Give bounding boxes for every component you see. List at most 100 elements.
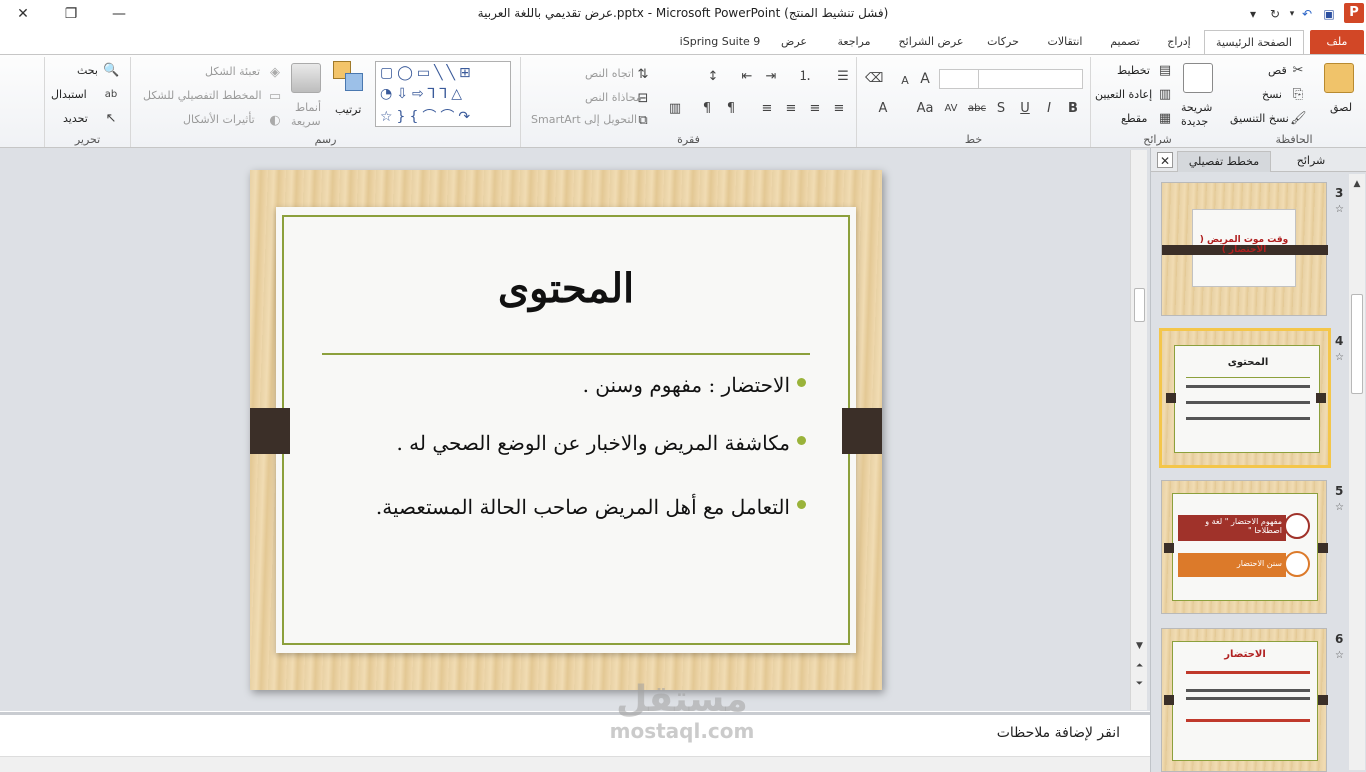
center-icon[interactable]: ≡ — [807, 101, 823, 117]
bullets-icon[interactable]: ☰ — [835, 69, 851, 85]
shapes-row-1[interactable]: ▢◯▭╲╲⊞ — [380, 65, 475, 81]
slide-thumbnail-4-selected[interactable]: المحتوى — [1159, 328, 1331, 468]
format-painter-icon[interactable]: 🖌 — [1290, 111, 1307, 127]
section-button[interactable]: مقطع — [1121, 112, 1147, 125]
minimize-window-button[interactable]: — — [106, 4, 132, 24]
tab-animations[interactable]: حركات — [980, 30, 1026, 54]
shape-outline-button[interactable]: المخطط التفصيلي للشكل — [143, 89, 262, 102]
rtl-icon[interactable]: ¶ — [723, 101, 739, 117]
arrange-button[interactable]: ترتيب — [335, 103, 361, 116]
shape-effects-icon[interactable]: ◐ — [267, 113, 283, 129]
close-window-button[interactable]: ✕ — [10, 4, 36, 24]
horizontal-scrollbar[interactable] — [0, 756, 1150, 772]
align-text-button[interactable]: محاذاة النص — [585, 91, 642, 104]
arrange-icon[interactable] — [333, 61, 365, 95]
tab-ispring[interactable]: iSpring Suite 9 — [676, 30, 764, 54]
tab-slideshow[interactable]: عرض الشرائح — [892, 30, 970, 54]
save-icon[interactable]: ▣ — [1320, 5, 1338, 23]
slide-thumbnail-6[interactable]: الاحتضار — [1161, 628, 1328, 772]
cut-icon[interactable]: ✂ — [1290, 63, 1306, 79]
copy-icon[interactable]: ⎘ — [1290, 87, 1306, 103]
font-size-box[interactable] — [939, 69, 979, 89]
scroll-up-icon[interactable]: ▲ — [1349, 176, 1365, 192]
shrink-font-button[interactable]: A — [897, 73, 913, 89]
replace-icon[interactable]: ab — [103, 87, 119, 103]
undo-icon[interactable]: ↶ — [1298, 5, 1316, 23]
shadow-button[interactable]: S — [993, 101, 1009, 117]
paste-icon[interactable] — [1324, 63, 1354, 93]
font-color-button[interactable]: A — [875, 101, 891, 117]
tab-home[interactable]: الصفحة الرئيسية — [1204, 30, 1304, 55]
text-direction-icon[interactable]: ⇅ — [635, 67, 651, 83]
tab-review[interactable]: مراجعة — [826, 30, 882, 54]
bold-button[interactable]: B — [1065, 101, 1081, 117]
line-spacing-icon[interactable]: ↕ — [705, 69, 721, 85]
scroll-down-icon[interactable]: ▼ — [1131, 638, 1148, 654]
select-icon[interactable]: ↖ — [103, 111, 119, 127]
smartart-icon[interactable]: ⧉ — [635, 113, 651, 129]
quick-styles-label-1[interactable]: أنماط — [295, 101, 321, 114]
replace-button[interactable]: استبدال — [51, 88, 87, 101]
shapes-gallery[interactable]: ▢◯▭╲╲⊞ ◔⇩⇨⅂⅂△ ☆}{⌒⌒↷ — [375, 61, 511, 127]
quick-styles-label-2[interactable]: سريعة — [291, 115, 321, 128]
next-slide-icon[interactable]: ⏷ — [1131, 676, 1148, 692]
shape-fill-icon[interactable]: ◈ — [267, 65, 283, 81]
justify-icon[interactable]: ≡ — [759, 101, 775, 117]
decrease-indent-icon[interactable]: ⇤ — [739, 69, 755, 85]
bullet-item[interactable]: الاحتضار : مفهوم وسنن . — [583, 373, 790, 397]
find-button[interactable]: بحث — [77, 64, 98, 77]
paste-button[interactable]: لصق — [1330, 101, 1352, 114]
bullet-item[interactable]: التعامل مع أهل المريض صاحب الحالة المستع… — [376, 495, 790, 519]
undo-dropdown-icon[interactable]: ▾ — [1286, 5, 1298, 23]
font-name-box[interactable] — [977, 69, 1083, 89]
cut-button[interactable]: قص — [1268, 64, 1287, 77]
slide-thumbnail-5[interactable]: مفهوم الاحتضار " لغة و اصطلاحا " سنن الا… — [1161, 480, 1328, 614]
shape-outline-icon[interactable]: ▭ — [267, 89, 283, 105]
bullet-item[interactable]: مكاشفة المريض والاخبار عن الوضع الصحي له… — [396, 431, 790, 455]
numbering-icon[interactable]: ⒈ — [797, 69, 813, 85]
reset-icon[interactable]: ▥ — [1157, 87, 1173, 103]
smartart-button[interactable]: التحويل إلى SmartArt — [531, 113, 637, 126]
layout-button[interactable]: تخطيط — [1117, 64, 1150, 77]
format-painter-button[interactable]: نسخ التنسيق — [1230, 112, 1289, 125]
tab-file[interactable]: ملف — [1310, 30, 1364, 54]
reset-button[interactable]: إعادة التعيين — [1095, 88, 1152, 101]
shape-effects-button[interactable]: تأثيرات الأشكال — [183, 113, 255, 126]
new-slide-label-1[interactable]: شريحة — [1181, 101, 1212, 114]
slide-canvas[interactable]: المحتوى الاحتضار : مفهوم وسنن . مكاشفة ا… — [250, 170, 882, 690]
align-right-icon[interactable]: ≡ — [831, 101, 847, 117]
tab-transitions[interactable]: انتقالات — [1036, 30, 1094, 54]
shape-fill-button[interactable]: تعبئة الشكل — [205, 65, 260, 78]
slide-vertical-scrollbar[interactable]: ▼ ⏶ ⏷ — [1130, 150, 1147, 710]
layout-icon[interactable]: ▤ — [1157, 63, 1173, 79]
strikethrough-button[interactable]: abc — [965, 101, 989, 117]
tab-outline[interactable]: مخطط تفصيلي — [1177, 151, 1271, 172]
ltr-icon[interactable]: ¶ — [699, 101, 715, 117]
italic-button[interactable]: I — [1041, 101, 1057, 117]
tab-insert[interactable]: إدراج — [1158, 30, 1200, 54]
section-icon[interactable]: ▦ — [1157, 111, 1173, 127]
increase-indent-icon[interactable]: ⇥ — [763, 69, 779, 85]
repeat-icon[interactable]: ↻ — [1266, 5, 1284, 23]
tab-design[interactable]: تصميم — [1100, 30, 1150, 54]
copy-button[interactable]: نسخ — [1262, 88, 1282, 101]
tab-view[interactable]: عرض — [772, 30, 816, 54]
powerpoint-app-icon[interactable]: P — [1344, 3, 1364, 23]
slide-title[interactable]: المحتوى — [276, 265, 856, 312]
shapes-row-2[interactable]: ◔⇩⇨⅂⅂△ — [380, 86, 466, 102]
new-slide-icon[interactable] — [1183, 63, 1213, 93]
shapes-row-3[interactable]: ☆}{⌒⌒↷ — [380, 106, 474, 126]
panel-scrollbar[interactable]: ▲ — [1349, 174, 1365, 770]
close-panel-button[interactable]: ✕ — [1157, 152, 1173, 168]
notes-placeholder[interactable]: انقر لإضافة ملاحظات — [997, 725, 1120, 741]
change-case-button[interactable]: Aa — [913, 101, 937, 117]
grow-font-button[interactable]: A — [917, 71, 933, 87]
previous-slide-icon[interactable]: ⏶ — [1131, 658, 1148, 674]
find-icon[interactable]: 🔍 — [103, 63, 119, 79]
restore-window-button[interactable]: ❐ — [58, 4, 84, 24]
clear-formatting-icon[interactable]: ⌫ — [865, 71, 883, 87]
select-button[interactable]: تحديد — [63, 112, 88, 125]
underline-button[interactable]: U — [1017, 101, 1033, 117]
tab-slides[interactable]: شرائح — [1275, 151, 1347, 172]
character-spacing-button[interactable]: AV — [941, 101, 961, 117]
